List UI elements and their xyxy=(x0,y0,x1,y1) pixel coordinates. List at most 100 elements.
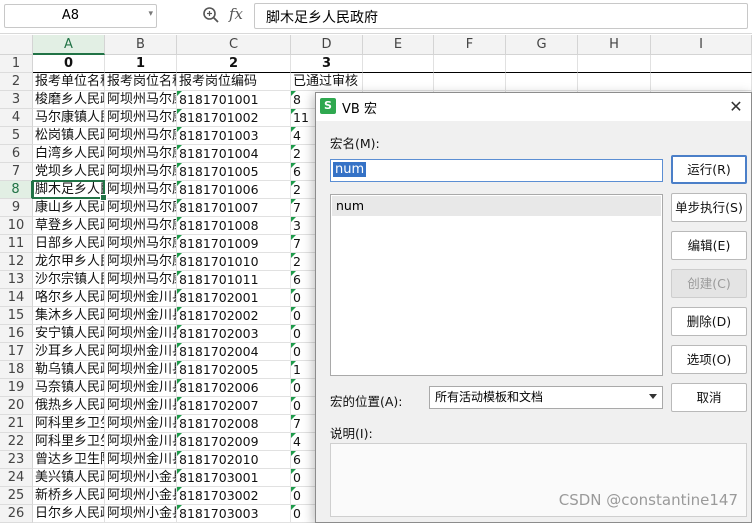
cell-empty[interactable] xyxy=(506,73,578,91)
row-header[interactable]: 18 xyxy=(0,361,33,379)
row-header[interactable]: 17 xyxy=(0,343,33,361)
cell-b17[interactable]: 阿坝州金川县 xyxy=(105,343,177,361)
row-header[interactable]: 21 xyxy=(0,415,33,433)
cell-a8[interactable]: 脚木足乡人民政府 xyxy=(33,181,105,199)
close-icon[interactable]: ✕ xyxy=(725,96,747,118)
cell-a19[interactable]: 马奈镇人民政府 xyxy=(33,379,105,397)
cell-b5[interactable]: 阿坝州马尔康市 xyxy=(105,127,177,145)
cell-c9[interactable]: 8181701007 xyxy=(177,199,291,217)
row-header[interactable]: 2 xyxy=(0,73,33,91)
edit-button[interactable]: 编辑(E) xyxy=(671,231,747,260)
cell-empty[interactable] xyxy=(651,73,752,91)
column-header-e[interactable]: E xyxy=(363,35,434,55)
cell-empty[interactable] xyxy=(434,73,506,91)
cell-a18[interactable]: 勒乌镇人民政府 xyxy=(33,361,105,379)
cell-a2[interactable]: 报考单位名称 xyxy=(33,73,105,91)
cell-b15[interactable]: 阿坝州金川县 xyxy=(105,307,177,325)
cell-b12[interactable]: 阿坝州马尔康市 xyxy=(105,253,177,271)
row-header[interactable]: 19 xyxy=(0,379,33,397)
cell-b2[interactable]: 报考岗位名称 xyxy=(105,73,177,91)
row-header[interactable]: 15 xyxy=(0,307,33,325)
cell-a22[interactable]: 阿科里乡卫生院 xyxy=(33,433,105,451)
cell-a14[interactable]: 咯尔乡人民政府 xyxy=(33,289,105,307)
row-header[interactable]: 4 xyxy=(0,109,33,127)
cell-b14[interactable]: 阿坝州金川县 xyxy=(105,289,177,307)
cell-empty[interactable] xyxy=(434,55,506,73)
row-header[interactable]: 10 xyxy=(0,217,33,235)
chevron-down-icon[interactable] xyxy=(649,394,657,399)
function-icon[interactable]: fx xyxy=(229,5,243,23)
cell-c26[interactable]: 8181703003 xyxy=(177,505,291,523)
cell-empty[interactable] xyxy=(578,55,651,73)
cell-c13[interactable]: 8181701011 xyxy=(177,271,291,289)
create-button[interactable]: 创建(C) xyxy=(671,269,747,298)
cell-c5[interactable]: 8181701003 xyxy=(177,127,291,145)
name-box[interactable]: A8 ▾ xyxy=(4,4,157,28)
cell-c19[interactable]: 8181702006 xyxy=(177,379,291,397)
cell-c8[interactable]: 8181701006 xyxy=(177,181,291,199)
cell-b11[interactable]: 阿坝州马尔康市 xyxy=(105,235,177,253)
row-header[interactable]: 22 xyxy=(0,433,33,451)
cell-a5[interactable]: 松岗镇人民政府 xyxy=(33,127,105,145)
row-header[interactable]: 25 xyxy=(0,487,33,505)
cell-b20[interactable]: 阿坝州金川县 xyxy=(105,397,177,415)
row-header[interactable]: 5 xyxy=(0,127,33,145)
cell-c3[interactable]: 8181701001 xyxy=(177,91,291,109)
options-button[interactable]: 选项(O) xyxy=(671,345,747,374)
cancel-button[interactable]: 取消 xyxy=(671,383,747,412)
cell-b24[interactable]: 阿坝州小金县 xyxy=(105,469,177,487)
cell-c10[interactable]: 8181701008 xyxy=(177,217,291,235)
cell-empty[interactable] xyxy=(363,55,434,73)
cell-a11[interactable]: 日部乡人民政府 xyxy=(33,235,105,253)
cell-b18[interactable]: 阿坝州金川县 xyxy=(105,361,177,379)
cell-c15[interactable]: 8181702002 xyxy=(177,307,291,325)
cell-c24[interactable]: 8181703001 xyxy=(177,469,291,487)
select-all-corner[interactable] xyxy=(0,35,33,55)
row-header[interactable]: 23 xyxy=(0,451,33,469)
row-header[interactable]: 1 xyxy=(0,55,33,73)
cell-b22[interactable]: 阿坝州金川县 xyxy=(105,433,177,451)
cell-c22[interactable]: 8181702009 xyxy=(177,433,291,451)
row-header[interactable]: 8 xyxy=(0,181,33,199)
cell-c7[interactable]: 8181701005 xyxy=(177,163,291,181)
row-header[interactable]: 14 xyxy=(0,289,33,307)
cell-a24[interactable]: 美兴镇人民政府 xyxy=(33,469,105,487)
cell-b4[interactable]: 阿坝州马尔康市 xyxy=(105,109,177,127)
zoom-icon[interactable] xyxy=(202,6,220,24)
row-header[interactable]: 7 xyxy=(0,163,33,181)
cell-a1[interactable]: 0 xyxy=(33,55,105,73)
cell-c14[interactable]: 8181702001 xyxy=(177,289,291,307)
cell-empty[interactable] xyxy=(651,55,752,73)
cell-a3[interactable]: 梭磨乡人民政府 xyxy=(33,91,105,109)
row-header[interactable]: 11 xyxy=(0,235,33,253)
cell-c2[interactable]: 报考岗位编码 xyxy=(177,73,291,91)
row-header[interactable]: 20 xyxy=(0,397,33,415)
cell-a12[interactable]: 龙尔甲乡人民政府 xyxy=(33,253,105,271)
macro-name-input[interactable]: num xyxy=(330,159,663,182)
cell-a13[interactable]: 沙尔宗镇人民政府 xyxy=(33,271,105,289)
step-into-button[interactable]: 单步执行(S) xyxy=(671,193,747,222)
macro-list-item[interactable]: num xyxy=(332,196,661,216)
cell-c16[interactable]: 8181702003 xyxy=(177,325,291,343)
cell-a26[interactable]: 日尔乡人民政府 xyxy=(33,505,105,523)
cell-a21[interactable]: 阿科里乡卫生院 xyxy=(33,415,105,433)
cell-b26[interactable]: 阿坝州小金县 xyxy=(105,505,177,523)
cell-b1[interactable]: 1 xyxy=(105,55,177,73)
column-header-d[interactable]: D xyxy=(291,35,363,55)
column-header-h[interactable]: H xyxy=(578,35,651,55)
column-header-i[interactable]: I xyxy=(651,35,752,55)
cell-c17[interactable]: 8181702004 xyxy=(177,343,291,361)
row-header[interactable]: 16 xyxy=(0,325,33,343)
cell-b3[interactable]: 阿坝州马尔康市 xyxy=(105,91,177,109)
chevron-down-icon[interactable]: ▾ xyxy=(148,9,153,19)
cell-d1[interactable]: 3 xyxy=(291,55,363,73)
column-header-a[interactable]: A xyxy=(33,35,105,55)
cell-c18[interactable]: 8181702005 xyxy=(177,361,291,379)
cell-empty[interactable] xyxy=(506,55,578,73)
cell-b9[interactable]: 阿坝州马尔康市 xyxy=(105,199,177,217)
cell-empty[interactable] xyxy=(363,73,434,91)
cell-empty[interactable] xyxy=(578,73,651,91)
cell-b19[interactable]: 阿坝州金川县 xyxy=(105,379,177,397)
cell-d2[interactable]: 已通过审核 xyxy=(291,73,363,91)
column-header-g[interactable]: G xyxy=(506,35,578,55)
